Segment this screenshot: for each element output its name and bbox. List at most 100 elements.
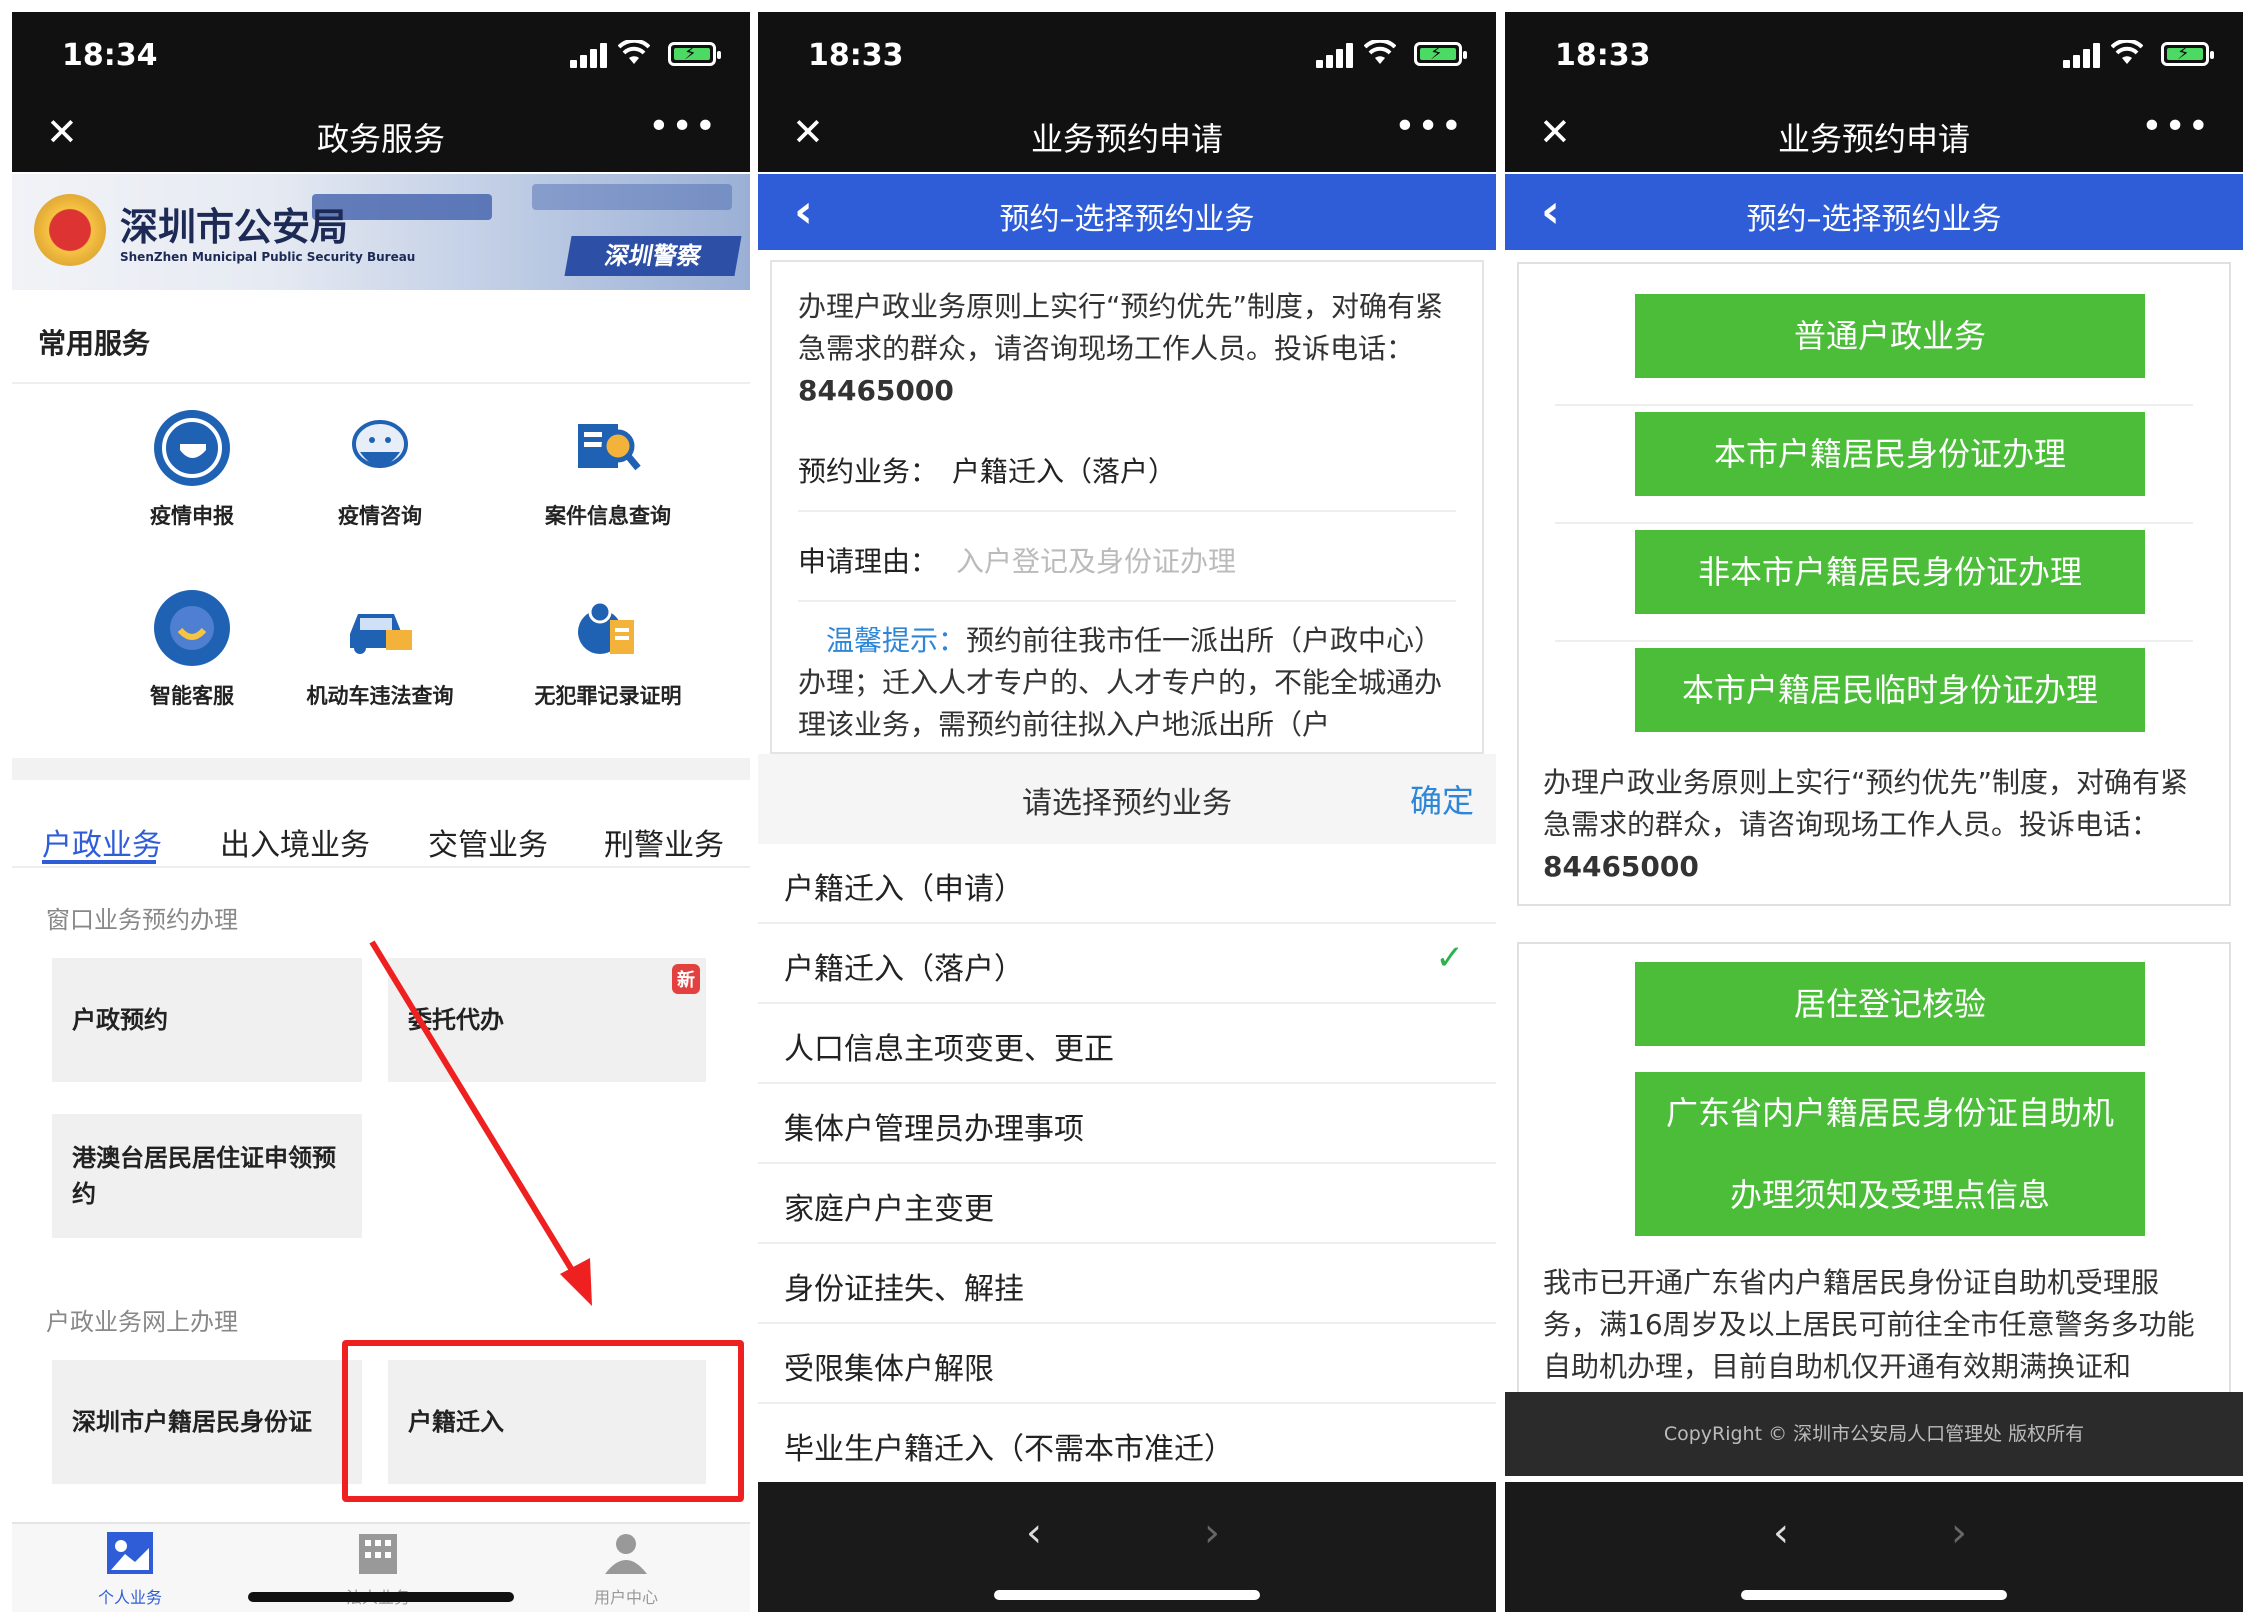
tab-exit-entry[interactable]: 出入境业务 (220, 820, 370, 864)
home-indicator (1741, 1590, 2007, 1600)
divider (798, 600, 1456, 602)
sub-header: ‹ 预约–选择预约业务 (1505, 174, 2243, 250)
divider (798, 510, 1456, 512)
booking-business-row[interactable]: 预约业务： 户籍迁入（落户） (798, 450, 1176, 490)
tab-criminal[interactable]: 刑警业务 (604, 820, 724, 864)
picker-option[interactable]: 家庭户户主变更 (758, 1164, 1496, 1244)
kiosk-notice: 我市已开通广东省内户籍居民身份证自助机受理服务，满16周岁及以上居民可前往全市任… (1543, 1266, 2195, 1383)
card-household-booking[interactable]: 户政预约 (52, 958, 362, 1082)
card-proxy-handling[interactable]: 委托代办新 (388, 958, 706, 1082)
signal-icon (570, 42, 610, 68)
battery-icon: ⚡ (2161, 42, 2214, 66)
service-smart-support[interactable]: 智能客服 (92, 590, 292, 710)
battery-icon: ⚡ (1414, 42, 1467, 66)
booking-notice: 办理户政业务原则上实行“预约优先”制度，对确有紧急需求的群众，请咨询现场工作人员… (798, 290, 1444, 407)
picker-option[interactable]: 人口信息主项变更、更正 (758, 1004, 1496, 1084)
residence-services-box: 居住登记核验 广东省内户籍居民身份证自助机 办理须知及受理点信息 我市已开通广东省… (1517, 942, 2231, 1392)
nav-user-center[interactable]: 用户中心 (556, 1530, 696, 1608)
business-picker: 请选择预约业务 确定 户籍迁入（申请） 户籍迁入（落户） ✓ 人口信息主项变更、更… (758, 754, 1496, 1482)
personal-business-icon (107, 1532, 153, 1574)
service-vehicle-violation[interactable]: 机动车违法查询 (280, 590, 480, 710)
sub-title: 预约–选择预约业务 (999, 202, 1255, 237)
picker-option[interactable]: 户籍迁入（申请） (758, 844, 1496, 924)
local-id-button[interactable]: 本市户籍居民身份证办理 (1635, 412, 2145, 496)
bureau-name: 深圳市公安局 (120, 205, 349, 249)
bureau-name-en: ShenZhen Municipal Public Security Burea… (120, 250, 416, 264)
checkmark-icon: ✓ (1435, 938, 1465, 978)
car-icon (342, 590, 418, 666)
picker-option[interactable]: 集体户管理员办理事项 (758, 1084, 1496, 1164)
page-title: 业务预约申请 (1030, 120, 1223, 158)
page-title: 业务预约申请 (1777, 120, 1970, 158)
highlight-box (342, 1340, 744, 1502)
more-icon[interactable]: ••• (648, 106, 718, 147)
residence-verify-button[interactable]: 居住登记核验 (1635, 962, 2145, 1046)
service-epidemic-report[interactable]: 疫情申报 (92, 410, 292, 530)
bureau-banner: 深圳市公安局 ShenZhen Municipal Public Securit… (12, 174, 750, 290)
next-icon[interactable]: › (1951, 1510, 1967, 1556)
more-icon[interactable]: ••• (1394, 106, 1464, 147)
title-bar: ✕ 业务预约申请 ••• (758, 92, 1496, 172)
booking-form: 办理户政业务原则上实行“预约优先”制度，对确有紧急需求的群众，请咨询现场工作人员… (770, 260, 1484, 754)
nav-personal[interactable]: 个人业务 (60, 1530, 200, 1608)
service-epidemic-consult[interactable]: 疫情咨询 (280, 410, 480, 530)
service-no-crime-cert[interactable]: 无犯罪记录证明 (508, 590, 708, 710)
search-document-icon (570, 410, 646, 486)
warm-tip: 温馨提示：预约前往我市任一派出所（户政中心）办理；迁入人才专户的、人才专户的，不… (798, 624, 1443, 741)
general-household-button[interactable]: 普通户政业务 (1635, 294, 2145, 378)
card-shenzhen-id[interactable]: 深圳市户籍居民身份证 (52, 1360, 362, 1484)
household-services-box: 普通户政业务 本市户籍居民身份证办理 非本市户籍居民身份证办理 本市户籍居民临时… (1517, 262, 2231, 906)
divider (1555, 522, 2193, 524)
police-sign: 深圳警察 (564, 236, 742, 276)
divider (1555, 640, 2193, 642)
picker-option-selected[interactable]: 户籍迁入（落户） ✓ (758, 924, 1496, 1004)
screen-booking-picker: 18:33 ⚡ ✕ 业务预约申请 ••• ‹ 预约–选择预约业务 办理户政业务原… (758, 12, 1496, 1612)
mask-robot-icon (342, 410, 418, 486)
title-bar: ✕ 政务服务 ••• (12, 92, 750, 172)
status-bar: 18:34 ⚡ (12, 12, 750, 92)
new-badge: 新 (672, 964, 700, 994)
browser-toolbar: ‹ › (758, 1482, 1496, 1612)
wifi-icon (618, 40, 650, 64)
prev-icon[interactable]: ‹ (1773, 1510, 1789, 1556)
user-icon (605, 1534, 647, 1574)
signal-icon (2063, 42, 2103, 68)
browser-toolbar: ‹ › (1505, 1482, 2243, 1612)
divider (12, 382, 750, 384)
status-bar: 18:33 ⚡ (1505, 12, 2243, 92)
complaint-phone: 84465000 (798, 374, 954, 407)
tab-household[interactable]: 户政业务 (42, 820, 162, 864)
confirm-button[interactable]: 确定 (1410, 776, 1474, 822)
reason-input[interactable]: 入户登记及身份证办理 (956, 545, 1236, 578)
home-indicator (994, 1590, 1260, 1600)
reason-row[interactable]: 申请理由： 入户登记及身份证办理 (798, 540, 1236, 580)
headset-icon (154, 590, 230, 666)
nonlocal-id-button[interactable]: 非本市户籍居民身份证办理 (1635, 530, 2145, 614)
booking-notice: 办理户政业务原则上实行“预约优先”制度，对确有紧急需求的群众，请咨询现场工作人员… (1543, 766, 2189, 883)
police-emblem-icon (34, 194, 106, 266)
next-icon[interactable]: › (1204, 1510, 1220, 1556)
title-bar: ✕ 业务预约申请 ••• (1505, 92, 2243, 172)
home-indicator (248, 1592, 514, 1602)
picker-option[interactable]: 毕业生户籍迁入（不需本市准迁） (758, 1404, 1496, 1484)
service-case-query[interactable]: 案件信息查询 (508, 410, 708, 530)
card-hkmt-residence[interactable]: 港澳台居民居住证申领预约 (52, 1114, 362, 1238)
picker-option[interactable]: 身份证挂失、解挂 (758, 1244, 1496, 1324)
picker-option[interactable]: 受限集体户解限 (758, 1324, 1496, 1404)
divider (12, 866, 750, 868)
group-window-booking: 窗口业务预约办理 (46, 906, 238, 934)
status-time: 18:34 (62, 38, 158, 73)
temporary-id-button[interactable]: 本市户籍居民临时身份证办理 (1635, 648, 2145, 732)
kiosk-info-button[interactable]: 广东省内户籍居民身份证自助机 办理须知及受理点信息 (1635, 1072, 2145, 1236)
complaint-phone: 84465000 (1543, 850, 1699, 883)
wifi-icon (1364, 40, 1396, 64)
wifi-icon (2111, 40, 2143, 64)
prev-icon[interactable]: ‹ (1026, 1510, 1042, 1556)
more-icon[interactable]: ••• (2141, 106, 2211, 147)
status-time: 18:33 (808, 38, 904, 73)
copyright: CopyRight © 深圳市公安局人口管理处 版权所有 (1505, 1392, 2243, 1476)
sub-header: ‹ 预约–选择预约业务 (758, 174, 1496, 250)
screen-booking-select: 18:33 ⚡ ✕ 业务预约申请 ••• ‹ 预约–选择预约业务 普通户政业务 … (1505, 12, 2243, 1612)
section-gap (12, 758, 750, 780)
tab-traffic[interactable]: 交管业务 (428, 820, 548, 864)
